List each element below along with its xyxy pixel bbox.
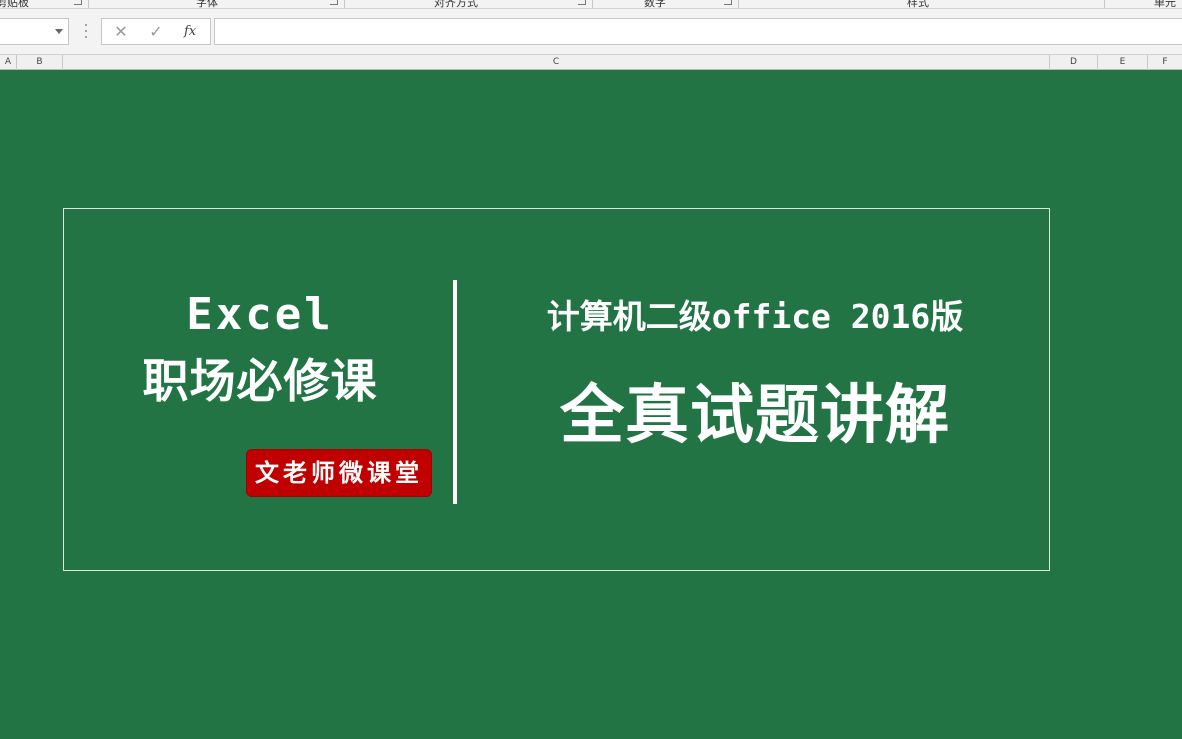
ribbon-separator bbox=[344, 0, 345, 8]
number-launcher-icon[interactable] bbox=[724, 0, 732, 5]
column-header-b[interactable]: B bbox=[17, 55, 63, 70]
ribbon-separator bbox=[738, 0, 739, 8]
column-header-e[interactable]: E bbox=[1098, 55, 1148, 70]
name-box[interactable] bbox=[0, 18, 69, 45]
ribbon-group-number-label: 数字 bbox=[644, 0, 666, 9]
column-header-f[interactable]: F bbox=[1148, 55, 1182, 70]
ribbon-group-styles-label: 样式 bbox=[907, 0, 929, 9]
ribbon-separator bbox=[88, 0, 89, 8]
chevron-down-icon[interactable] bbox=[55, 29, 63, 34]
exam-title: 计算机二级office 2016版 bbox=[546, 297, 964, 336]
font-launcher-icon[interactable] bbox=[330, 0, 338, 5]
brand-badge: 文老师微课堂 bbox=[246, 449, 432, 497]
ribbon-separator bbox=[1104, 0, 1105, 8]
formula-buttons: ✕ ✓ fx bbox=[101, 18, 211, 45]
enter-icon[interactable]: ✓ bbox=[147, 19, 165, 44]
ribbon-group-alignment-label: 对齐方式 bbox=[434, 0, 478, 9]
insert-function-icon[interactable]: fx bbox=[184, 19, 196, 44]
formula-bar: ✕ ✓ fx bbox=[0, 9, 1182, 54]
alignment-launcher-icon[interactable] bbox=[578, 0, 586, 5]
clipboard-launcher-icon[interactable] bbox=[74, 0, 82, 5]
column-header-d[interactable]: D bbox=[1050, 55, 1098, 70]
lecture-title: 全真试题讲解 bbox=[560, 379, 950, 453]
column-header-a[interactable]: A bbox=[0, 55, 17, 70]
ribbon-group-labels: 剪贴板 字体 对齐方式 数字 样式 单元 bbox=[0, 0, 1182, 9]
ribbon-group-font-label: 字体 bbox=[196, 0, 218, 9]
vertical-divider bbox=[453, 280, 457, 504]
ribbon-group-cells-label: 单元 bbox=[1154, 0, 1176, 9]
ribbon-group-clipboard-label: 剪贴板 bbox=[0, 0, 29, 9]
more-options-icon[interactable] bbox=[84, 24, 87, 38]
column-headers: A B C D E F bbox=[0, 54, 1182, 70]
cancel-icon[interactable]: ✕ bbox=[112, 19, 130, 44]
ribbon-separator bbox=[592, 0, 593, 8]
column-header-c[interactable]: C bbox=[63, 55, 1050, 70]
formula-input[interactable] bbox=[214, 18, 1182, 45]
course-subtitle: 职场必修课 bbox=[142, 354, 378, 408]
course-title: Excel bbox=[186, 289, 334, 340]
